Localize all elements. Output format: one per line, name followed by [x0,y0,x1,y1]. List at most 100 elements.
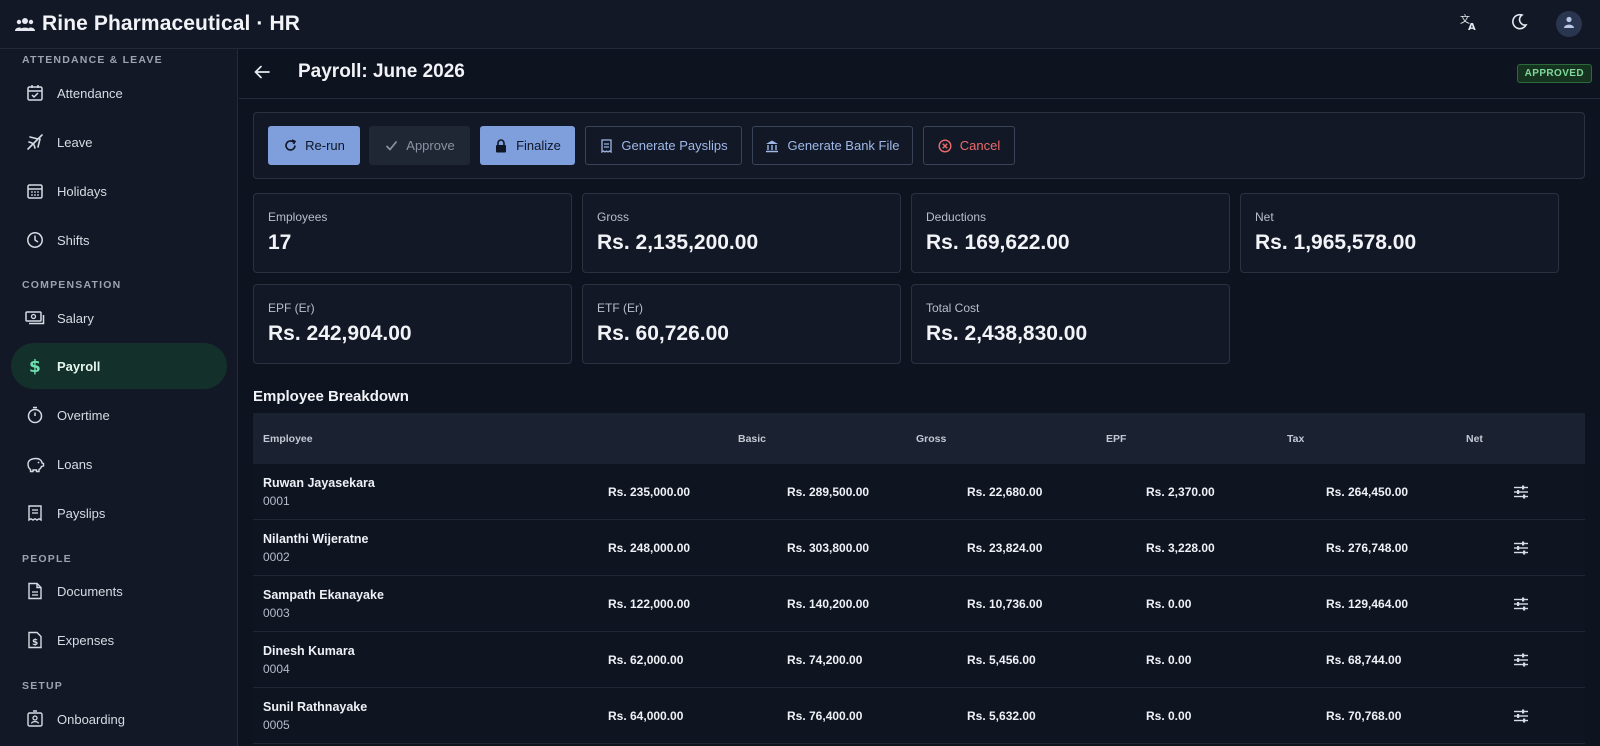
sidebar-item-shifts[interactable]: Shifts [11,217,227,263]
employee-name: Ruwan Jayasekara [263,476,375,490]
employee-code: 0004 [263,662,290,676]
cancel-button[interactable]: Cancel [923,126,1015,165]
summary-card-etf-er: ETF (Er) Rs. 60,726.00 [582,284,901,364]
rerun-button[interactable]: Re-run [268,126,360,165]
page-header: Payroll: June 2026 APPROVED [239,49,1600,99]
piggy-bank-icon [25,454,45,474]
sidebar-item-label: Leave [57,134,93,150]
cell-tax: Rs. 0.00 [1146,709,1192,723]
employee-code: 0001 [263,494,290,508]
cell-tax: Rs. 0.00 [1146,597,1192,611]
card-value: Rs. 1,965,578.00 [1255,231,1417,254]
summary-card-epf-er: EPF (Er) Rs. 242,904.00 [253,284,572,364]
cell-net: Rs. 276,748.00 [1326,541,1409,555]
svg-text:$: $ [29,357,41,375]
adjust-icon[interactable] [1511,706,1531,726]
cell-net: Rs. 68,744.00 [1326,653,1402,667]
dollar-icon: $ [25,356,45,376]
card-label: Net [1255,210,1274,224]
adjust-icon[interactable] [1511,594,1531,614]
card-label: Employees [268,210,328,224]
card-value: 17 [268,231,292,254]
cell-epf: Rs. 23,824.00 [967,541,1043,555]
column-header-epf: EPF [1106,433,1127,445]
generate-payslips-button[interactable]: Generate Payslips [585,126,742,165]
column-header-tax: Tax [1287,433,1305,445]
svg-text:A: A [1468,22,1476,32]
theme-toggle-button[interactable] [1504,9,1534,39]
cancel-circle-icon [938,138,952,153]
sidebar-item-overtime[interactable]: Overtime [11,392,227,438]
employee-name: Sampath Ekanayake [263,588,384,602]
language-button[interactable]: 文A [1454,9,1484,39]
cell-tax: Rs. 0.00 [1146,653,1192,667]
stopwatch-icon [25,405,45,425]
sidebar-section-people: PEOPLE [22,553,72,565]
generate-bank-file-button[interactable]: Generate Bank File [752,126,913,165]
cell-gross: Rs. 76,400.00 [787,709,863,723]
card-label: Deductions [926,210,987,224]
table-row: Dinesh Kumara 0004 Rs. 62,000.00 Rs. 74,… [253,632,1585,688]
calendar-grid-icon [25,181,45,201]
top-bar: Rine Pharmaceutical · HR 文A [0,0,1600,49]
employee-code: 0002 [263,550,290,564]
breakdown-table: Employee Basic Gross EPF Tax Net Ruwan J… [253,413,1585,744]
plane-icon [25,132,45,152]
cell-basic: Rs. 248,000.00 [608,541,691,555]
employee-code: 0003 [263,606,290,620]
bank-icon [765,139,779,153]
adjust-icon[interactable] [1511,482,1531,502]
cell-epf: Rs. 10,736.00 [967,597,1043,611]
column-header-net: Net [1466,433,1483,445]
employee-name: Nilanthi Wijeratne [263,532,369,546]
adjust-icon[interactable] [1511,650,1531,670]
table-header: Employee Basic Gross EPF Tax Net [253,413,1585,464]
column-header-gross: Gross [916,433,947,445]
table-row: Sampath Ekanayake 0003 Rs. 122,000.00 Rs… [253,576,1585,632]
sidebar-item-holidays[interactable]: Holidays [11,168,227,214]
app-title: Rine Pharmaceutical · HR [42,12,300,35]
user-icon [1563,15,1575,33]
summary-card-total-cost: Total Cost Rs. 2,438,830.00 [911,284,1230,364]
page-title: Payroll: June 2026 [298,61,465,82]
sidebar-item-attendance[interactable]: Attendance [11,70,227,116]
sidebar-item-label: Salary [57,310,94,326]
account-button[interactable] [1554,9,1584,39]
check-icon [384,139,398,153]
translate-icon: 文A [1459,12,1479,37]
receipt-icon [25,503,45,523]
back-button[interactable] [249,61,275,87]
moon-icon [1510,13,1528,36]
sidebar-item-onboarding[interactable]: Onboarding [11,696,227,742]
lock-icon [494,138,508,153]
action-toolbar: Re-run Approve Finalize Generate Payslip… [253,112,1585,179]
sidebar-item-salary[interactable]: Salary [11,295,227,341]
rerun-label: Re-run [305,138,345,153]
sidebar-section-setup: SETUP [22,680,64,692]
adjust-icon[interactable] [1511,538,1531,558]
sidebar-item-expenses[interactable]: $ Expenses [11,617,227,663]
summary-card-net: Net Rs. 1,965,578.00 [1240,193,1559,273]
sidebar-item-documents[interactable]: Documents [11,568,227,614]
finalize-button[interactable]: Finalize [480,126,575,165]
card-label: Gross [597,210,630,224]
badge-icon [25,709,45,729]
summary-card-gross: Gross Rs. 2,135,200.00 [582,193,901,273]
sidebar-item-leave[interactable]: Leave [11,119,227,165]
sidebar-item-label: Payroll [57,358,101,374]
card-label: Total Cost [926,301,980,315]
approve-label: Approve [406,138,455,153]
approve-button[interactable]: Approve [369,126,470,165]
cell-gross: Rs. 140,200.00 [787,597,870,611]
sidebar-item-payroll[interactable]: $ Payroll [11,343,227,389]
breakdown-title: Employee Breakdown [253,388,409,405]
status-badge: APPROVED [1516,64,1592,83]
sidebar-item-label: Documents [57,583,123,599]
svg-text:$: $ [32,638,38,648]
cell-tax: Rs. 3,228.00 [1146,541,1215,555]
sidebar-section-compensation: COMPENSATION [22,279,122,291]
sidebar-item-loans[interactable]: Loans [11,441,227,487]
sidebar-item-label: Onboarding [57,711,125,727]
sidebar-item-payslips[interactable]: Payslips [11,490,227,536]
column-header-employee: Employee [263,433,313,445]
